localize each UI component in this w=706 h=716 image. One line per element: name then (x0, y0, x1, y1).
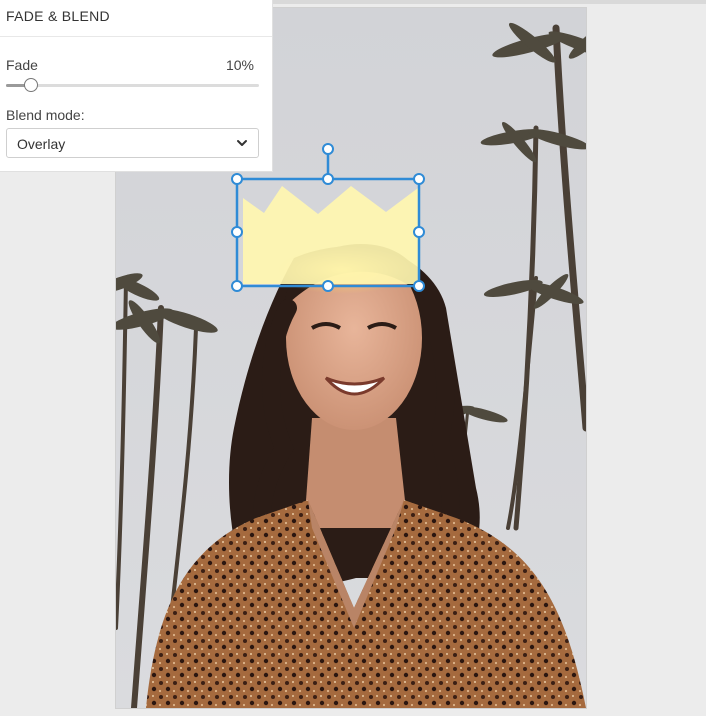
fade-label: Fade (6, 57, 38, 73)
fade-value: 10% (225, 57, 254, 73)
blend-mode-value: Overlay (17, 136, 66, 152)
fade-slider-track[interactable] (6, 84, 259, 87)
fade-slider[interactable] (6, 78, 259, 92)
blend-mode-label: Blend mode: (6, 107, 85, 123)
fade-blend-panel: FADE & BLEND Fade 10% Blend mode: Overla… (0, 0, 273, 172)
blend-mode-select[interactable]: Overlay (6, 128, 259, 158)
panel-title: FADE & BLEND (0, 0, 272, 37)
chevron-down-icon (237, 140, 247, 146)
fade-slider-thumb[interactable] (24, 78, 39, 92)
rotate-handle-icon (322, 143, 334, 155)
